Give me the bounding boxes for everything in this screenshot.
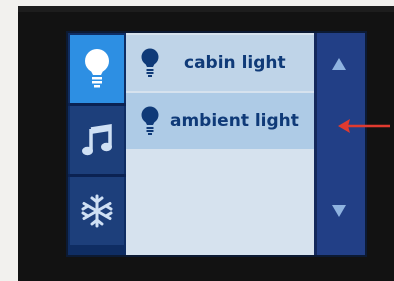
light-bulb-icon	[130, 106, 170, 136]
light-bulb-icon	[130, 48, 170, 78]
light-bulb-icon	[85, 49, 109, 88]
category-sidebar	[68, 33, 126, 255]
up-arrow-icon[interactable]	[332, 58, 346, 70]
red-pointer-arrow-icon	[338, 119, 390, 133]
light-list: cabin light ambient light	[126, 33, 314, 255]
snowflake-icon	[81, 194, 113, 228]
category-climate[interactable]	[70, 177, 124, 245]
list-item-cabin-light[interactable]: cabin light	[126, 35, 314, 91]
down-arrow-icon[interactable]	[332, 205, 346, 217]
display-screen: cabin light ambient light	[68, 33, 365, 255]
bezel-top-edge	[18, 6, 394, 12]
list-item-ambient-light[interactable]: ambient light	[126, 93, 314, 149]
category-audio[interactable]	[70, 106, 124, 174]
scrollbar[interactable]	[314, 33, 365, 255]
list-item-label: cabin light	[184, 53, 286, 73]
category-lighting[interactable]	[70, 35, 124, 103]
list-item-label: ambient light	[170, 111, 299, 131]
music-note-icon	[82, 123, 112, 156]
scrollbar-edge	[314, 33, 317, 255]
